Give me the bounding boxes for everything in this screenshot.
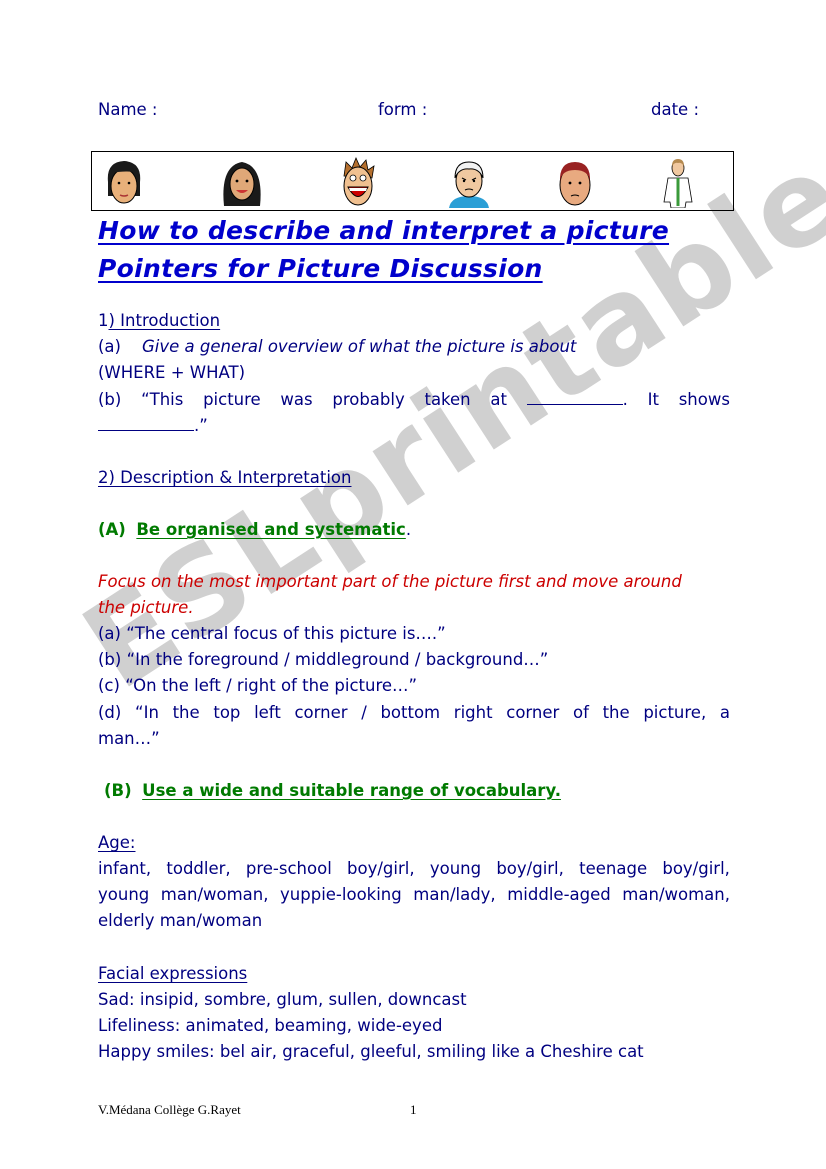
word: the: [602, 703, 630, 722]
word: yuppie-looking: [280, 885, 402, 904]
word: picture,: [643, 703, 707, 722]
phrase-item-c: (c) “On the left / right of the picture……: [98, 676, 418, 695]
word: corner: [506, 703, 560, 722]
word: young: [98, 885, 150, 904]
word: (b): [98, 390, 122, 409]
red-hair-man-face-icon: [559, 162, 591, 206]
word: boy/girl,: [347, 859, 415, 878]
section-2-heading: 2) Description & Interpretation: [98, 468, 352, 487]
laughing-boy-face-icon: [343, 156, 375, 206]
phrase-item-d: (d) “In the top left corner / bottom rig…: [98, 700, 730, 726]
intro-item-b-cont: .”: [98, 413, 208, 439]
word: boy/girl,: [662, 859, 730, 878]
word: the: [172, 703, 200, 722]
word: top: [213, 703, 241, 722]
title-line-2: Pointers for Picture Discussion: [98, 254, 543, 283]
facial-lifeliness: Lifeliness: animated, beaming, wide-eyed: [98, 1016, 443, 1035]
word: young: [429, 859, 482, 878]
phrase-item-d-cont: man…”: [98, 729, 160, 748]
closing-quote: .”: [194, 416, 208, 435]
word: corner: [294, 703, 348, 722]
subsection-a-heading: (A) Be organised and systematic.: [98, 517, 411, 543]
word: at: [490, 390, 507, 409]
doctor-figure-icon: [663, 159, 693, 208]
word: left: [254, 703, 281, 722]
word: “This: [141, 390, 184, 409]
age-vocab-line-2: young man/woman, yuppie-looking man/lady…: [98, 882, 730, 908]
item-text: Give a general overview of what the pict…: [141, 337, 577, 356]
intro-item-a: (a) Give a general overview of what the …: [98, 334, 576, 360]
page-number: 1: [410, 1102, 417, 1117]
period: .: [622, 390, 628, 409]
word: /: [361, 703, 367, 722]
word: taken: [424, 390, 471, 409]
age-heading: Age:: [98, 833, 136, 852]
section-1-number: 1: [98, 311, 109, 330]
woman-long-hair-face-icon: [223, 162, 261, 206]
intro-item-b: (b) “This picture was probably taken at …: [98, 387, 730, 413]
word: picture: [203, 390, 261, 409]
word: (d): [98, 703, 122, 722]
word: toddler,: [166, 859, 231, 878]
focus-instruction-line-2: the picture.: [98, 598, 194, 617]
section-1-heading: 1) Introduction: [98, 308, 220, 334]
word: right: [453, 703, 493, 722]
subsection-title: Be organised and systematic: [136, 520, 406, 539]
age-vocab-line-1: infant, toddler, pre-school boy/girl, yo…: [98, 856, 730, 882]
focus-instruction-line-1: Focus on the most important part of the …: [98, 572, 682, 591]
word: man/woman,: [622, 885, 730, 904]
word: It: [647, 390, 659, 409]
word: middle-aged: [507, 885, 611, 904]
faces-banner: [91, 151, 734, 211]
facial-happy: Happy smiles: bel air, graceful, gleeful…: [98, 1042, 644, 1061]
subsection-label: (A): [98, 520, 126, 539]
word: of: [572, 703, 589, 722]
item-label: (a): [98, 337, 121, 356]
word: was: [280, 390, 313, 409]
form-label: form :: [378, 100, 428, 119]
location-blank[interactable]: .: [526, 387, 628, 413]
word: probably: [332, 390, 405, 409]
subsection-b-heading: (B) Use a wide and suitable range of voc…: [104, 778, 561, 804]
word: boy/girl,: [496, 859, 564, 878]
phrase-item-a: (a) “The central focus of this picture i…: [98, 624, 446, 643]
word: teenage: [579, 859, 648, 878]
content-blank[interactable]: [98, 416, 194, 431]
word: pre-school: [245, 859, 332, 878]
elderly-man-face-icon: [449, 161, 489, 208]
word: “In: [135, 703, 159, 722]
intro-note: (WHERE + WHAT): [98, 363, 246, 382]
phrase-item-b: (b) “In the foreground / middleground / …: [98, 650, 549, 669]
section-1-title: ) Introduction: [108, 311, 221, 330]
word: man/lady,: [413, 885, 496, 904]
name-label: Name :: [98, 100, 158, 119]
date-label: date :: [651, 100, 700, 119]
age-vocab-line-3: elderly man/woman: [98, 911, 263, 930]
facial-sad: Sad: insipid, sombre, glum, sullen, down…: [98, 990, 467, 1009]
word: shows: [678, 390, 730, 409]
worksheet-page: Name : form : date : How to describe and…: [0, 0, 826, 1169]
footer-author: V.Médana Collège G.Rayet: [98, 1102, 241, 1117]
word: man/woman,: [160, 885, 269, 904]
word: bottom: [380, 703, 441, 722]
subsection-label: (B): [104, 781, 132, 800]
facial-expressions-heading: Facial expressions: [98, 964, 248, 983]
title-line-1: How to describe and interpret a picture: [98, 216, 670, 245]
word: infant,: [98, 859, 152, 878]
word: a: [719, 703, 730, 722]
subsection-title: Use a wide and suitable range of vocabul…: [142, 781, 561, 800]
woman-bob-hair-face-icon: [107, 161, 141, 204]
period: .: [405, 520, 412, 539]
